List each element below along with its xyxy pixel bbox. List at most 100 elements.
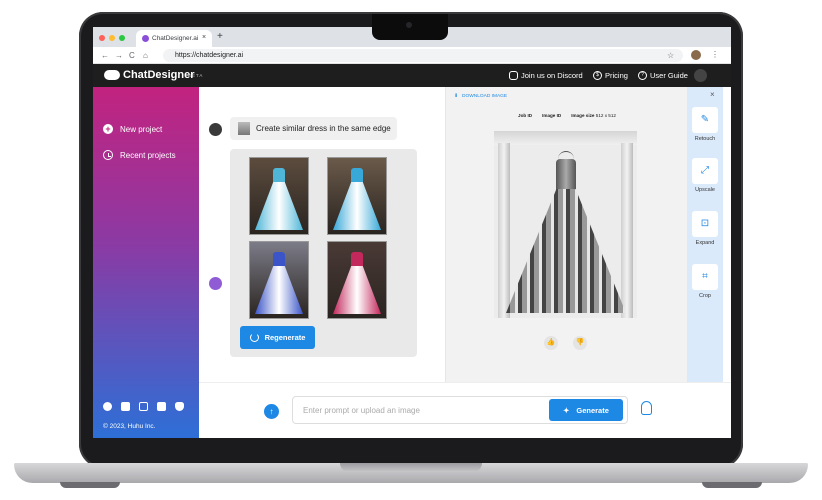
result-thumbnail[interactable]	[327, 241, 387, 319]
upscale-icon: ⤢	[692, 158, 718, 184]
logo-icon	[104, 70, 120, 80]
generated-image[interactable]	[494, 131, 637, 318]
tab-chatdesigner[interactable]: ChatDesigner.ai ×	[136, 30, 212, 47]
social-links	[103, 402, 184, 411]
user-avatar-button[interactable]	[694, 69, 707, 82]
chat-area: Create similar dress in the same edge Re…	[199, 87, 445, 382]
image-size: Image size 512 x 512	[571, 113, 616, 118]
bookmark-star-icon[interactable]: ☆	[667, 51, 674, 60]
camera-icon	[406, 22, 412, 28]
copyright-text: © 2023, Huhu Inc.	[103, 423, 156, 430]
facebook-icon[interactable]	[103, 402, 112, 411]
dollar-icon: $	[593, 71, 602, 80]
download-icon: ⬇	[454, 94, 459, 99]
regenerate-button[interactable]: Regenerate	[240, 326, 315, 349]
prompt-bubble: Create similar dress in the same edge	[230, 117, 397, 140]
forward-icon[interactable]: →	[115, 51, 123, 60]
crop-tool[interactable]: ⌗ Crop	[687, 264, 723, 299]
thumbs-down-icon[interactable]: 👎	[573, 336, 587, 350]
lightbulb-icon[interactable]	[641, 401, 652, 415]
new-tab-button[interactable]: +	[217, 31, 223, 42]
tiktok-icon[interactable]	[157, 402, 166, 411]
image-preview-panel: ⬇ DOWNLOAD IMAGE Job ID Image ID Image s…	[445, 87, 687, 382]
beta-badge: BETA	[188, 73, 204, 78]
discord-link[interactable]: Join us on Discord	[509, 71, 583, 80]
user-avatar	[209, 123, 222, 136]
plus-icon: +	[103, 124, 113, 134]
pricing-label: Pricing	[605, 71, 628, 80]
image-id-label[interactable]: Image ID	[542, 113, 561, 118]
new-project-button[interactable]: + New project	[103, 124, 162, 134]
refresh-icon	[249, 333, 259, 342]
bot-avatar	[209, 277, 222, 290]
clock-icon	[103, 150, 113, 160]
tool-rail: ✎ Retouch ⤢ Upscale ⊡ Expand ⌗ Crop	[687, 87, 723, 382]
prompt-text: Create similar dress in the same edge	[256, 124, 391, 133]
instagram-icon[interactable]	[139, 402, 148, 411]
download-image-link[interactable]: ⬇ DOWNLOAD IMAGE	[454, 94, 507, 99]
app-header: ChatDesigner BETA Join us on Discord $ P…	[93, 64, 731, 87]
discord-label: Join us on Discord	[521, 71, 583, 80]
result-card: Regenerate	[230, 149, 417, 357]
address-bar: ← → C ⌂ https://chatdesigner.ai ☆ ⋮	[93, 47, 731, 64]
minimize-window-icon[interactable]	[109, 35, 115, 41]
user-guide-label: User Guide	[650, 71, 688, 80]
user-guide-link[interactable]: ? User Guide	[638, 71, 688, 80]
laptop-foot-left	[60, 482, 120, 488]
back-icon[interactable]: ←	[101, 51, 109, 60]
maximize-window-icon[interactable]	[119, 35, 125, 41]
recent-projects-label: Recent projects	[120, 150, 176, 160]
regenerate-label: Regenerate	[264, 333, 306, 342]
generate-button[interactable]: ✦ Generate	[549, 399, 623, 421]
browser-menu-icon[interactable]: ⋮	[711, 50, 719, 59]
upscale-label: Upscale	[695, 187, 715, 193]
image-hanger	[558, 151, 574, 159]
tab-close-icon[interactable]: ×	[202, 34, 206, 41]
favicon-icon	[142, 35, 149, 42]
laptop-foot-right	[702, 482, 762, 488]
url-field[interactable]: https://chatdesigner.ai	[163, 49, 683, 62]
image-size-value: 512 x 512	[595, 113, 616, 118]
pricing-link[interactable]: $ Pricing	[593, 71, 628, 80]
image-pillar	[498, 143, 510, 318]
crop-icon: ⌗	[692, 264, 718, 290]
upscale-tool[interactable]: ⤢ Upscale	[687, 158, 723, 193]
close-window-icon[interactable]	[99, 35, 105, 41]
browser-window: ChatDesigner.ai × + ← → C ⌂ https://chat…	[93, 27, 731, 438]
image-pillar	[621, 143, 633, 318]
prompt-bar: ↑ ✦ Generate	[199, 382, 731, 438]
job-id-label[interactable]: Job ID	[518, 113, 532, 118]
image-metadata: Job ID Image ID Image size 512 x 512	[446, 113, 688, 118]
result-thumbnail[interactable]	[249, 241, 309, 319]
discord-icon[interactable]	[175, 402, 184, 411]
retouch-tool[interactable]: ✎ Retouch	[687, 107, 723, 142]
logo-text[interactable]: ChatDesigner	[123, 69, 195, 81]
profile-avatar[interactable]	[691, 50, 701, 60]
image-arch	[494, 131, 637, 145]
generate-label: Generate	[576, 405, 609, 415]
help-icon: ?	[638, 71, 647, 80]
tab-title: ChatDesigner.ai	[152, 35, 199, 42]
expand-icon: ⊡	[692, 211, 718, 237]
image-dress-bodice	[556, 159, 576, 191]
result-thumbnail[interactable]	[327, 157, 387, 235]
magic-wand-icon: ✦	[563, 405, 570, 415]
retouch-label: Retouch	[694, 136, 716, 142]
new-project-label: New project	[120, 124, 163, 134]
close-panel-icon[interactable]: ×	[710, 90, 715, 99]
home-icon[interactable]: ⌂	[143, 51, 148, 60]
recent-projects-button[interactable]: Recent projects	[103, 150, 176, 160]
url-text: https://chatdesigner.ai	[175, 52, 244, 59]
discord-icon	[509, 71, 518, 80]
result-thumbnail[interactable]	[249, 157, 309, 235]
prompt-image-thumbnail[interactable]	[238, 122, 250, 135]
expand-label: Expand	[695, 240, 715, 246]
thumbs-up-icon[interactable]: 👍	[544, 336, 558, 350]
upload-button[interactable]: ↑	[264, 404, 279, 419]
sidebar: + New project Recent projects © 2023, Hu…	[93, 87, 199, 438]
crop-label: Crop	[699, 293, 711, 299]
expand-tool[interactable]: ⊡ Expand	[687, 211, 723, 246]
brush-icon: ✎	[692, 107, 718, 133]
reload-icon[interactable]: C	[129, 51, 135, 60]
twitter-icon[interactable]	[121, 402, 130, 411]
